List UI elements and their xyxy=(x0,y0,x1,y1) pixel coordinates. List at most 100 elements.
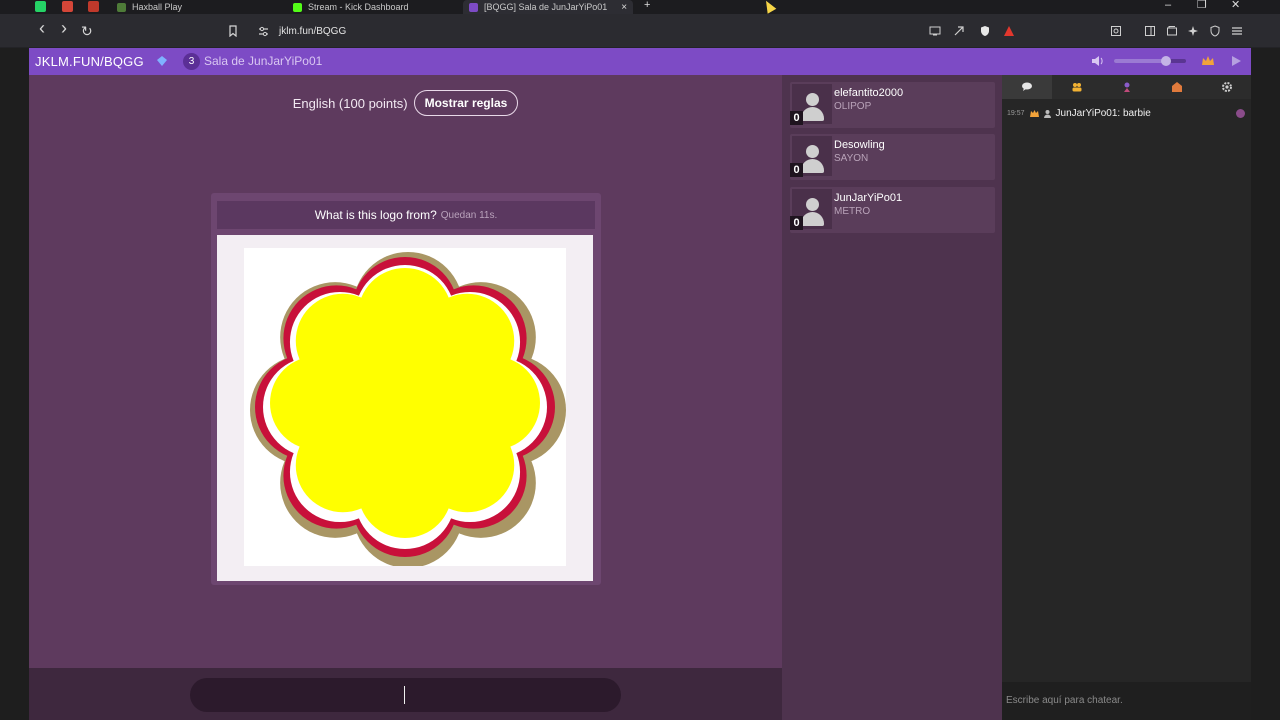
brave-rewards-icon[interactable] xyxy=(1003,25,1015,37)
player-count-badge: 3 xyxy=(183,53,200,70)
tab-label: [BQGG] Sala de JunJarYiPo01 xyxy=(484,2,608,12)
cast-icon[interactable] xyxy=(929,25,941,37)
chat-icon xyxy=(1022,82,1032,91)
wallet-icon[interactable] xyxy=(1166,25,1178,37)
avatar-head xyxy=(806,198,819,211)
message-time: 19:57 xyxy=(1007,110,1025,117)
menu-icon[interactable] xyxy=(1231,25,1243,37)
brave-shields-icon[interactable] xyxy=(979,25,991,37)
player-card[interactable]: 0 JunJarYiPo01 METRO xyxy=(790,187,995,233)
gmail-pinned-tab-icon[interactable] xyxy=(62,1,73,12)
tab-settings[interactable] xyxy=(1202,75,1252,99)
flower-shape xyxy=(250,252,566,566)
right-margin xyxy=(1251,48,1280,720)
volume-slider[interactable] xyxy=(1114,56,1186,66)
player-card[interactable]: 0 Desowling SAYON xyxy=(790,134,995,180)
player-team: OLIPOP xyxy=(834,101,872,112)
tab-haxball[interactable]: Haxball Play xyxy=(117,0,182,14)
kick-tab-icon xyxy=(293,2,302,12)
chat-input-area xyxy=(1002,682,1251,720)
tab-kick-dashboard[interactable]: Stream - Kick Dashboard xyxy=(293,0,409,14)
player-team: SAYON xyxy=(834,153,869,164)
question-text: What is this logo from? xyxy=(314,208,437,222)
shop-icon xyxy=(1172,82,1182,92)
close-window-button[interactable]: ✕ xyxy=(1231,0,1240,14)
avatar-body xyxy=(801,107,824,121)
reload-button[interactable]: ↻ xyxy=(81,24,93,38)
gem-icon xyxy=(157,56,167,66)
avatar-body xyxy=(801,159,824,173)
text-caret xyxy=(404,686,405,704)
url-text: jklm.fun/BQGG xyxy=(279,25,347,37)
flower-center xyxy=(317,315,493,491)
back-button[interactable]: ‹ xyxy=(39,19,45,37)
flower-yellow-fill xyxy=(270,268,540,538)
tab-chat[interactable] xyxy=(1002,75,1052,99)
settings-icon xyxy=(1222,82,1232,92)
jklm-tab-icon xyxy=(469,2,478,12)
question-card: What is this logo from? Quedan 11s. xyxy=(211,193,601,585)
message-author[interactable]: JunJarYiPo01 xyxy=(1056,108,1118,119)
game-mode-label: English (100 points) xyxy=(292,95,408,111)
avatar-body xyxy=(801,212,824,226)
user-icon xyxy=(1043,110,1051,118)
haxball-tab-icon xyxy=(117,2,126,12)
room-name: Sala de JunJarYiPo01 xyxy=(204,54,323,68)
leo-ai-icon[interactable] xyxy=(1187,25,1199,37)
tab-shop[interactable] xyxy=(1152,75,1202,99)
browser-tab-bar: Haxball Play Stream - Kick Dashboard [BQ… xyxy=(0,0,1280,14)
volume-slider-fill xyxy=(1114,59,1166,63)
site-settings-icon[interactable] xyxy=(258,26,269,37)
tab-label: Stream - Kick Dashboard xyxy=(308,2,409,12)
mail-pinned-tab-icon[interactable] xyxy=(88,1,99,12)
address-toolbar: ‹ › ↻ jklm.fun/BQGG xyxy=(0,14,1280,48)
player-name: elefantito2000 xyxy=(834,87,904,99)
question-bar: What is this logo from? Quedan 11s. xyxy=(217,201,595,229)
tab-ranking[interactable] xyxy=(1102,75,1152,99)
left-margin xyxy=(0,75,29,720)
player-team: METRO xyxy=(834,206,871,217)
new-tab-button[interactable]: + xyxy=(644,0,650,14)
message-text: barbie xyxy=(1122,108,1151,119)
chat-message: 19:57 JunJarYiPo01 : barbie xyxy=(1007,108,1245,119)
player-name: JunJarYiPo01 xyxy=(834,192,903,204)
jklm-top-bar: JKLM.FUN/BQGG 3 Sala de JunJarYiPo01 xyxy=(29,48,1251,75)
close-tab-icon[interactable]: × xyxy=(621,2,627,13)
url-bar[interactable]: jklm.fun/BQGG xyxy=(252,18,1022,44)
time-remaining: Quedan 11s. xyxy=(440,209,498,221)
volume-slider-knob[interactable] xyxy=(1160,56,1171,66)
chat-tabs xyxy=(1002,75,1251,99)
player-card[interactable]: 0 elefantito2000 OLIPOP xyxy=(790,82,995,128)
chat-input[interactable] xyxy=(1006,690,1246,710)
volume-icon[interactable] xyxy=(1091,55,1105,67)
forward-button[interactable]: › xyxy=(61,19,67,37)
bookmark-icon[interactable] xyxy=(227,25,239,37)
player-name: Desowling xyxy=(834,139,885,151)
restore-button[interactable]: ❐ xyxy=(1197,0,1207,14)
play-icon[interactable] xyxy=(1232,56,1241,66)
avatar-head xyxy=(806,145,819,158)
crown-icon xyxy=(1029,110,1039,117)
whatsapp-pinned-tab-icon[interactable] xyxy=(35,1,46,12)
logo-image-frame xyxy=(217,235,593,581)
show-rules-button[interactable]: Mostrar reglas xyxy=(413,90,519,116)
share-icon[interactable] xyxy=(953,25,965,37)
minimize-button[interactable]: – xyxy=(1165,0,1171,14)
players-panel: 0 elefantito2000 OLIPOP 0 Desowling SAYO… xyxy=(782,75,1002,720)
tab-label: Haxball Play xyxy=(132,2,183,12)
crown-icon[interactable] xyxy=(1201,54,1215,68)
tab-people[interactable] xyxy=(1052,75,1102,99)
answer-input[interactable] xyxy=(190,678,621,712)
rules-row: English (100 points) Mostrar reglas xyxy=(29,90,782,116)
chat-panel: 19:57 JunJarYiPo01 : barbie xyxy=(1002,75,1251,720)
room-domain-link[interactable]: JKLM.FUN/BQGG xyxy=(35,54,144,69)
tab-jklm-room[interactable]: [BQGG] Sala de JunJarYiPo01 × xyxy=(463,0,634,14)
sidebar-icon[interactable] xyxy=(1144,25,1156,37)
trophy-icon xyxy=(1124,82,1130,92)
reaction-icon[interactable] xyxy=(1236,109,1245,118)
vpn-icon[interactable] xyxy=(1209,25,1221,37)
player-score: 0 xyxy=(790,111,803,125)
player-score: 0 xyxy=(790,163,803,177)
screenshot-icon[interactable] xyxy=(1110,25,1122,37)
people-icon xyxy=(1072,83,1082,92)
